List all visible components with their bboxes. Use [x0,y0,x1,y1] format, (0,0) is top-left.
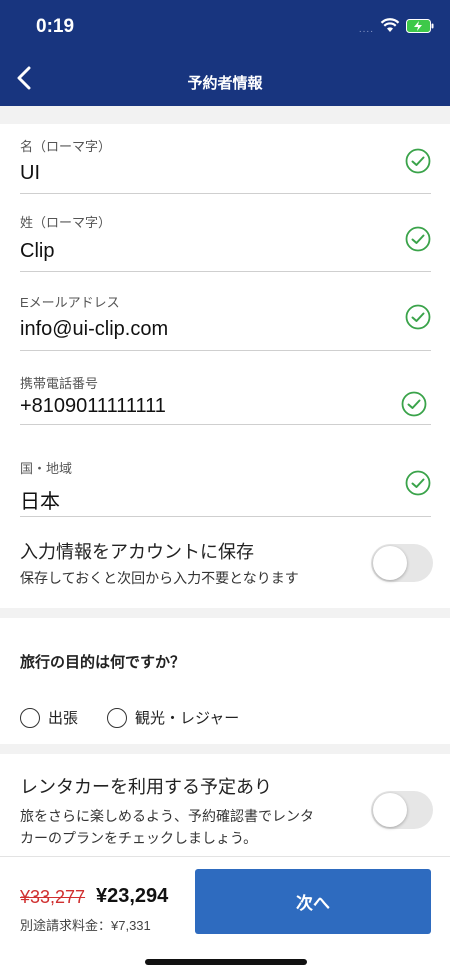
app-header: 0:19 .... 予約者情報 [0,0,450,106]
rental-car-subtitle-line1: 旅をさらに楽しめるよう、予約確認書でレンタ [20,808,314,824]
section-divider [0,744,450,754]
extra-fee: 別途請求料金：¥7,331 [20,918,151,933]
check-circle-icon [401,391,427,417]
field-label: 名（ローマ字） [20,139,112,154]
save-info-title: 入力情報をアカウントに保存 [20,542,254,562]
check-circle-icon [405,304,431,330]
field-label: Eメールアドレス [20,295,120,310]
wifi-icon [380,18,400,38]
purpose-question: 旅行の目的は何ですか？ [20,654,186,671]
check-circle-icon [405,226,431,252]
save-info-toggle[interactable] [371,544,433,582]
radio-business-trip[interactable]: 出張 [20,707,78,728]
save-info-subtitle: 保存しておくと次回から入力不要となります [20,570,299,586]
home-indicator [145,959,307,965]
first-name-field[interactable]: 名（ローマ字） UI [20,124,431,194]
last-name-field[interactable]: 姓（ローマ字） Clip [20,194,431,272]
field-value[interactable]: UI [20,162,40,185]
email-field[interactable]: Eメールアドレス info@ui-clip.com [20,272,431,351]
rental-car-subtitle-line2: カーのプランをチェックしましょう。 [20,830,258,846]
field-label: 携帯電話番号 [20,376,99,391]
status-time: 0:19 [36,16,75,37]
check-circle-icon [405,148,431,174]
section-divider [0,106,450,124]
status-icons: .... [359,18,434,38]
rental-car-toggle[interactable] [371,791,433,829]
field-label: 姓（ローマ字） [20,215,112,230]
signal-dots: .... [358,23,374,35]
radio-label: 観光・レジャー [135,710,240,727]
radio-leisure[interactable]: 観光・レジャー [107,707,239,728]
country-field[interactable]: 国・地域 日本 [20,425,431,517]
phone-field[interactable]: 携帯電話番号 +8109011111111 [20,351,431,425]
next-button[interactable]: 次へ [195,869,431,934]
radio-circle-icon [20,707,40,728]
discounted-price: ¥23,294 [96,885,169,907]
radio-label: 出張 [48,710,79,727]
field-value[interactable]: info@ui-clip.com [20,318,168,341]
section-divider [0,608,450,618]
page-title: 予約者情報 [187,75,263,92]
check-circle-icon [405,470,431,496]
toggle-knob [373,546,407,580]
field-label: 国・地域 [20,461,73,476]
rental-car-title: レンタカーを利用する予定あり [20,777,272,797]
price-footer: ¥33,277 ¥23,294 別途請求料金：¥7,331 次へ [0,856,450,972]
toggle-knob [373,793,407,827]
field-value[interactable]: 日本 [20,485,60,514]
field-value[interactable]: +8109011111111 [20,395,166,418]
radio-circle-icon [107,707,127,728]
original-price: ¥33,277 [20,887,86,907]
battery-charging-icon [406,18,434,38]
field-value[interactable]: Clip [20,240,54,263]
